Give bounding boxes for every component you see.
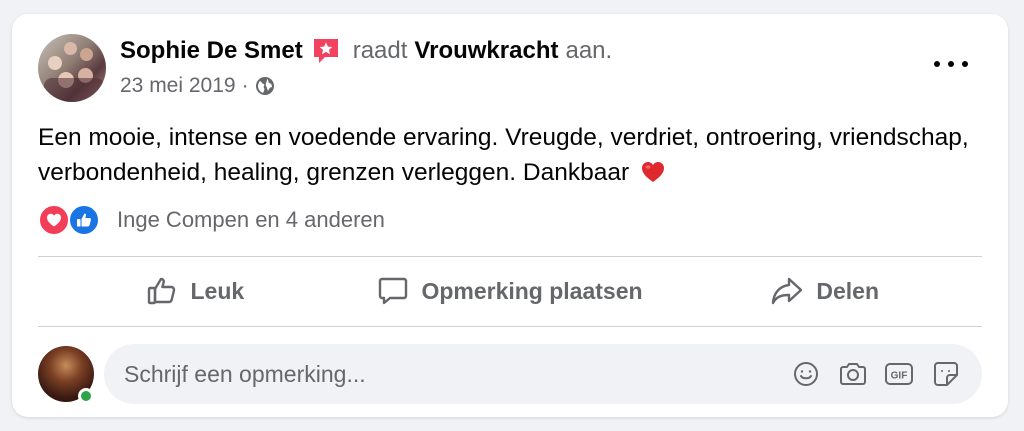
post-meta: 23 mei 2019 ·: [120, 72, 275, 100]
post-date[interactable]: 23 mei 2019: [120, 74, 236, 98]
reactions-text[interactable]: Inge Compen en 4 anderen: [117, 207, 385, 233]
more-horizontal-icon[interactable]: [934, 54, 968, 74]
post-actions: Leuk Opmerking plaatsen Delen: [38, 260, 982, 322]
author-line: Sophie De Smet raadt Vrouwkracht aan.: [120, 36, 612, 66]
emoji-icon[interactable]: [792, 360, 820, 388]
reactions-summary[interactable]: Inge Compen en 4 anderen: [38, 202, 385, 238]
post-card: Sophie De Smet raadt Vrouwkracht aan. 23…: [12, 14, 1008, 417]
author-name[interactable]: Sophie De Smet: [120, 37, 303, 65]
thumbs-up-icon: [148, 277, 176, 305]
actions-divider-top: [38, 256, 982, 257]
recommendation-suffix: aan.: [565, 37, 613, 64]
globe-icon: [255, 76, 275, 96]
comment-button[interactable]: Opmerking plaatsen: [353, 260, 668, 322]
recommendation-verb: raadt: [352, 37, 408, 64]
reaction-icons: [38, 203, 104, 237]
sticker-icon[interactable]: [932, 360, 960, 388]
comment-composer: GIF: [38, 344, 982, 406]
meta-separator: ·: [241, 74, 249, 97]
camera-icon[interactable]: [838, 360, 866, 388]
online-status-dot: [78, 388, 94, 404]
page-name-link[interactable]: Vrouwkracht: [414, 37, 558, 65]
share-label: Delen: [816, 277, 879, 304]
gif-icon[interactable]: GIF: [884, 360, 913, 388]
red-heart-emoji: [640, 159, 666, 185]
post-body: Een mooie, intense en voedende ervaring.…: [38, 124, 969, 186]
share-arrow-icon: [772, 277, 803, 305]
comment-box[interactable]: GIF: [104, 344, 982, 404]
comment-label: Opmerking plaatsen: [421, 277, 643, 304]
share-button[interactable]: Delen: [667, 260, 982, 322]
actions-divider-bottom: [38, 326, 982, 327]
author-avatar[interactable]: [38, 34, 106, 102]
like-label: Leuk: [190, 277, 245, 304]
comment-input[interactable]: [124, 344, 724, 404]
recommend-star-icon: [311, 36, 341, 66]
post-text: Een mooie, intense en voedende ervaring.…: [38, 120, 978, 190]
love-reaction-icon: [38, 204, 70, 236]
like-reaction-icon: [68, 204, 100, 236]
comment-bubble-icon: [379, 277, 408, 305]
svg-text:GIF: GIF: [891, 371, 908, 382]
like-button[interactable]: Leuk: [38, 260, 353, 322]
